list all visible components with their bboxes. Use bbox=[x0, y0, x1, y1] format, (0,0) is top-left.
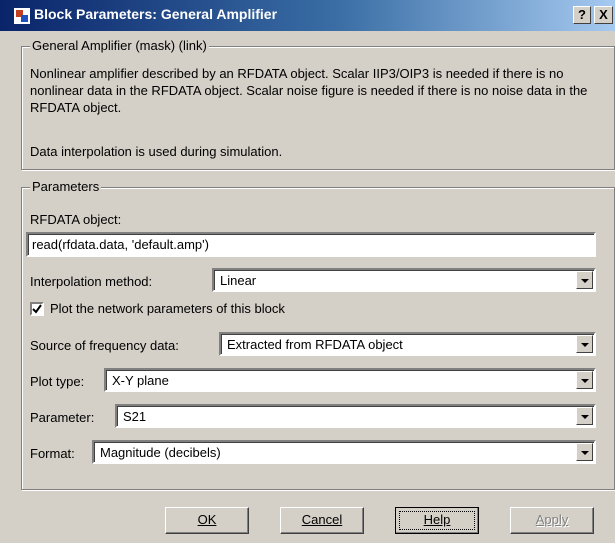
help-button[interactable]: Help bbox=[395, 507, 479, 534]
title-bar[interactable]: Block Parameters: General Amplifier ? X bbox=[0, 0, 615, 31]
plot-type-label: Plot type: bbox=[30, 374, 85, 389]
close-button[interactable]: X bbox=[594, 6, 613, 24]
checkmark-icon bbox=[32, 304, 42, 314]
plot-params-checkbox[interactable] bbox=[30, 302, 44, 316]
mask-description: Nonlinear amplifier described by an RFDA… bbox=[30, 66, 588, 115]
window-title: Block Parameters: General Amplifier bbox=[34, 6, 278, 22]
rfdata-input[interactable]: read(rfdata.data, 'default.amp') bbox=[26, 232, 596, 257]
format-select[interactable]: Magnitude (decibels) bbox=[92, 440, 596, 464]
parameter-label: Parameter: bbox=[30, 410, 95, 425]
interpolation-select[interactable]: Linear bbox=[212, 268, 596, 292]
parameters-group-label: Parameters bbox=[30, 179, 102, 194]
interpolation-label: Interpolation method: bbox=[30, 274, 153, 289]
format-label: Format: bbox=[30, 446, 75, 461]
parameter-value: S21 bbox=[123, 409, 147, 424]
interpolation-value: Linear bbox=[220, 273, 257, 288]
chevron-down-icon[interactable] bbox=[576, 271, 593, 289]
simulink-block-icon bbox=[14, 8, 30, 24]
chevron-down-icon[interactable] bbox=[576, 443, 593, 461]
source-freq-label: Source of frequency data: bbox=[30, 338, 179, 353]
source-freq-select[interactable]: Extracted from RFDATA object bbox=[219, 332, 596, 356]
source-freq-value: Extracted from RFDATA object bbox=[227, 337, 403, 352]
format-value: Magnitude (decibels) bbox=[100, 445, 221, 460]
plot-type-select[interactable]: X-Y plane bbox=[104, 368, 596, 392]
rfdata-label: RFDATA object: bbox=[30, 212, 122, 227]
chevron-down-icon[interactable] bbox=[576, 371, 593, 389]
mask-group-label: General Amplifier (mask) (link) bbox=[30, 38, 209, 53]
parameter-select[interactable]: S21 bbox=[115, 404, 596, 428]
block-parameters-dialog: Block Parameters: General Amplifier ? X … bbox=[0, 0, 615, 543]
cancel-button[interactable]: Cancel bbox=[280, 507, 364, 534]
chevron-down-icon[interactable] bbox=[576, 335, 593, 353]
ok-button[interactable]: OK bbox=[165, 507, 249, 534]
chevron-down-icon[interactable] bbox=[576, 407, 593, 425]
mask-note: Data interpolation is used during simula… bbox=[30, 144, 283, 159]
apply-button[interactable]: Apply bbox=[510, 507, 594, 534]
plot-type-value: X-Y plane bbox=[112, 373, 169, 388]
context-help-button[interactable]: ? bbox=[573, 6, 591, 24]
plot-params-label[interactable]: Plot the network parameters of this bloc… bbox=[50, 301, 285, 316]
